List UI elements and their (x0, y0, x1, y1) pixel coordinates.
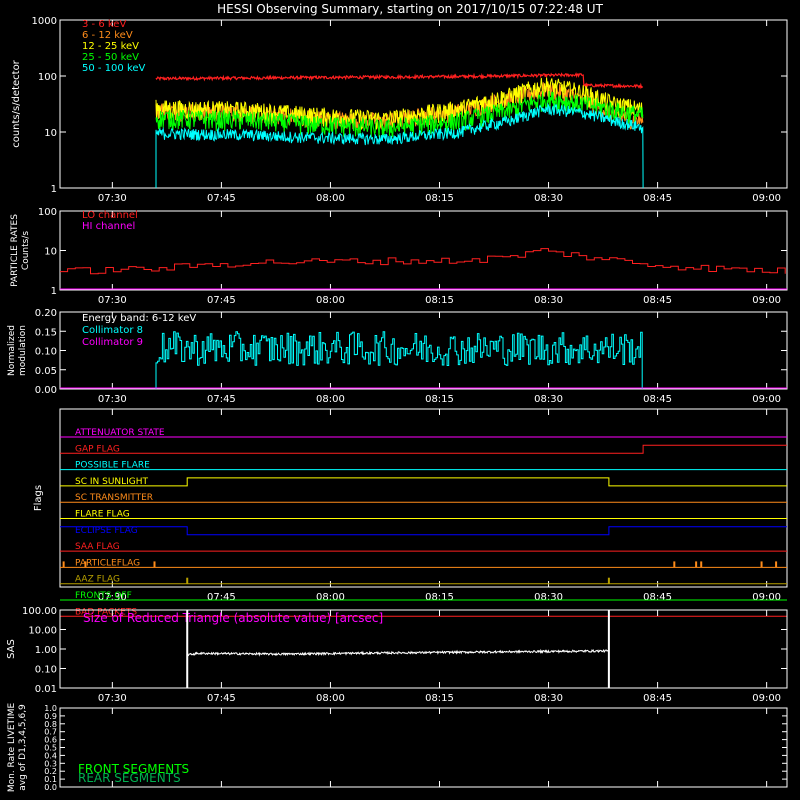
livetime-y-tick-label: 0.7 (44, 728, 57, 737)
sas-x-tick-label: 09:00 (752, 693, 781, 704)
modulation-y-tick-label: 0.10 (35, 347, 57, 358)
flags-flag-label: PARTICLEFLAG (75, 558, 140, 568)
livetime-legend-entry: REAR SEGMENTS (78, 771, 181, 785)
sas-annotation: Size of Reduced Triangle (absolute value… (83, 611, 383, 625)
modulation-x-tick-label: 08:15 (425, 394, 454, 405)
particle-rates-x-tick-label: 09:00 (752, 295, 781, 306)
particle-rates-y-axis-label: Counts/s (21, 231, 31, 270)
count-rates-legend-entry: 12 - 25 keV (82, 41, 139, 52)
modulation-y-tick-label: 0.05 (35, 366, 57, 377)
flags-x-tick-label: 08:45 (643, 592, 672, 603)
count-rates-x-tick-label: 08:00 (316, 193, 345, 204)
figure-title: HESSI Observing Summary, starting on 201… (217, 2, 603, 16)
sas-x-tick-label: 07:45 (207, 693, 236, 704)
sas-y-tick-label: 0.01 (35, 684, 57, 695)
modulation-x-tick-label: 08:00 (316, 394, 345, 405)
particle-rates-x-tick-label: 08:15 (425, 295, 454, 306)
count-rates-legend-entry: 3 - 6 keV (82, 19, 126, 30)
sas-x-tick-label: 07:30 (98, 693, 127, 704)
livetime-y-tick-label: 0.9 (44, 712, 57, 721)
sas-y-tick-label: 0.10 (35, 665, 57, 676)
sas-x-tick-label: 08:45 (643, 693, 672, 704)
livetime-y-tick-label: 0.4 (44, 751, 57, 760)
sas-y-axis-label: SAS (6, 639, 17, 659)
flags-flag-label: ATTENUATOR STATE (75, 428, 165, 438)
count-rates-y-tick-label: 1000 (32, 16, 57, 27)
flags-x-tick-label: 08:00 (316, 592, 345, 603)
modulation-legend-entry: Collimator 9 (82, 337, 143, 348)
count-rates-legend-entry: 25 - 50 keV (82, 52, 139, 63)
flags-flag-label: SAA FLAG (75, 542, 120, 552)
livetime-y-tick-label: 0.2 (44, 767, 57, 776)
livetime-y-axis-label: avg of D1,3,4,5,6,9 (18, 704, 28, 791)
livetime-y-tick-label: 1.0 (44, 704, 57, 713)
sas-y-tick-label: 1.00 (35, 645, 57, 656)
sas-y-tick-label: 10.00 (28, 626, 57, 637)
count-rates-x-tick-label: 07:30 (98, 193, 127, 204)
modulation-x-tick-label: 08:30 (534, 394, 563, 405)
modulation-y-tick-label: 0.15 (35, 327, 57, 338)
particle-rates-y-tick-label: 100 (38, 207, 57, 218)
particle-rates-x-tick-label: 08:30 (534, 295, 563, 306)
livetime-y-tick-label: 0.0 (44, 783, 57, 792)
modulation-legend-entry: Collimator 8 (82, 325, 143, 336)
particle-rates-x-tick-label: 07:45 (207, 295, 236, 306)
particle-rates-x-tick-label: 08:45 (643, 295, 672, 306)
particle-rates-y-tick-label: 1 (51, 286, 57, 297)
flags-x-tick-label: 09:00 (752, 592, 781, 603)
count-rates-x-tick-label: 09:00 (752, 193, 781, 204)
sas-y-tick-label: 100.00 (22, 606, 57, 617)
count-rates-x-tick-label: 08:45 (643, 193, 672, 204)
flags-x-tick-label: 08:30 (534, 592, 563, 603)
modulation-x-tick-label: 07:30 (98, 394, 127, 405)
count-rates-legend-entry: 50 - 100 keV (82, 63, 146, 74)
flags-flag-label: AAZ FLAG (75, 575, 120, 585)
modulation-x-tick-label: 07:45 (207, 394, 236, 405)
count-rates-y-tick-label: 10 (44, 128, 57, 139)
observing-summary-figure: HESSI Observing Summary, starting on 201… (0, 0, 800, 800)
modulation-y-tick-label: 0.00 (35, 385, 57, 396)
particle-rates-x-tick-label: 08:00 (316, 295, 345, 306)
flags-flag-label: GAP FLAG (75, 444, 120, 454)
flags-flag-label: SC IN SUNLIGHT (75, 477, 149, 487)
particle-rates-x-tick-label: 07:30 (98, 295, 127, 306)
count-rates-x-tick-label: 07:45 (207, 193, 236, 204)
flags-flag-label: FLARE FLAG (75, 510, 130, 520)
modulation-y-axis-label: modulation (18, 325, 28, 376)
flags-flag-label: FRONTS OFF (75, 591, 132, 601)
count-rates-x-tick-label: 08:15 (425, 193, 454, 204)
particle-rates-legend-entry: LO channel (82, 210, 138, 221)
count-rates-x-tick-label: 08:30 (534, 193, 563, 204)
particle-rates-legend-entry: HI channel (82, 221, 135, 232)
count-rates-y-tick-label: 100 (38, 72, 57, 83)
count-rates-y-axis-label: counts/s/detector (11, 59, 22, 147)
count-rates-y-tick-label: 1 (51, 184, 57, 195)
modulation-annotation: Energy band: 6-12 keV (82, 313, 196, 324)
sas-x-tick-label: 08:30 (534, 693, 563, 704)
modulation-y-tick-label: 0.20 (35, 308, 57, 319)
flags-flag-label: ECLIPSE FLAG (75, 526, 138, 536)
livetime-y-tick-label: 0.1 (44, 775, 57, 784)
livetime-y-tick-label: 0.6 (44, 736, 57, 745)
livetime-y-axis-label: Mon. Rate LIVETIME (7, 703, 17, 793)
count-rates-legend-entry: 6 - 12 keV (82, 30, 133, 41)
particle-rates-y-axis-label: PARTICLE RATES (10, 214, 20, 287)
flags-x-tick-label: 08:15 (425, 592, 454, 603)
sas-x-tick-label: 08:15 (425, 693, 454, 704)
modulation-y-axis-label: Normalized (7, 325, 17, 376)
modulation-x-tick-label: 09:00 (752, 394, 781, 405)
livetime-y-tick-label: 0.3 (44, 759, 57, 768)
particle-rates-y-tick-label: 10 (44, 247, 57, 258)
modulation-x-tick-label: 08:45 (643, 394, 672, 405)
flags-y-axis-label: Flags (33, 485, 44, 511)
sas-x-tick-label: 08:00 (316, 693, 345, 704)
flags-flag-label: SC TRANSMITTER (75, 493, 153, 503)
livetime-y-tick-label: 0.8 (44, 720, 57, 729)
flags-flag-label: POSSIBLE FLARE (75, 461, 150, 471)
flags-x-tick-label: 07:45 (207, 592, 236, 603)
livetime-y-tick-label: 0.5 (44, 744, 57, 753)
